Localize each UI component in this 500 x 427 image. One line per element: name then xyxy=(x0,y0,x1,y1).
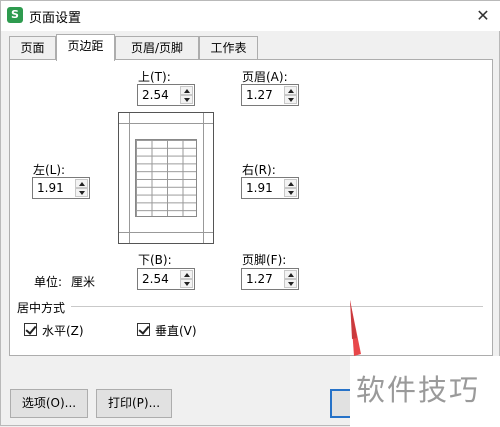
left-margin-spinner[interactable]: 1.91 xyxy=(32,177,90,199)
spin-down-arrow-icon[interactable] xyxy=(284,188,297,197)
spin-down-arrow-icon[interactable] xyxy=(284,95,297,104)
title-bar: S 页面设置 ✕ xyxy=(1,1,500,31)
close-button[interactable]: ✕ xyxy=(469,3,497,29)
tab-header-footer[interactable]: 页眉/页脚 xyxy=(115,36,199,60)
spin-up-arrow-icon[interactable] xyxy=(284,86,297,95)
header-margin-spinner[interactable]: 1.27 xyxy=(241,84,299,106)
header-margin-value[interactable]: 1.27 xyxy=(246,88,273,102)
preview-grid xyxy=(135,139,197,217)
options-button[interactable]: 选项(O)... xyxy=(10,389,88,418)
unit-label: 单位: xyxy=(34,275,63,289)
spin-down-arrow-icon[interactable] xyxy=(284,279,297,288)
top-margin-label: 上(T): xyxy=(138,70,171,84)
bottom-margin-spinner[interactable]: 2.54 xyxy=(137,268,195,290)
header-margin-label: 页眉(A): xyxy=(242,70,288,84)
spin-down-arrow-icon[interactable] xyxy=(180,95,193,104)
tab-sheet[interactable]: 工作表 xyxy=(199,36,258,60)
center-vertically-label[interactable]: 垂直(V) xyxy=(155,322,197,339)
page-setup-dialog: S 页面设置 ✕ 页面 页边距 页眉/页脚 工作表 上(T): 2.54 页眉(… xyxy=(0,0,500,427)
footer-margin-spinner[interactable]: 1.27 xyxy=(241,268,299,290)
spin-up-arrow-icon[interactable] xyxy=(75,179,88,188)
top-margin-spinner[interactable]: 2.54 xyxy=(137,84,195,106)
page-preview xyxy=(118,112,214,244)
center-on-page-group-label: 居中方式 xyxy=(17,301,66,315)
spin-up-arrow-icon[interactable] xyxy=(284,179,297,188)
right-margin-value[interactable]: 1.91 xyxy=(246,181,273,195)
bottom-margin-label: 下(B): xyxy=(138,253,172,267)
right-margin-label: 右(R): xyxy=(242,163,276,177)
center-horizontally-label[interactable]: 水平(Z) xyxy=(42,322,84,339)
left-margin-label: 左(L): xyxy=(33,163,66,177)
group-divider xyxy=(71,306,483,307)
left-margin-value[interactable]: 1.91 xyxy=(37,181,64,195)
bottom-margin-value[interactable]: 2.54 xyxy=(142,272,169,286)
tab-margins[interactable]: 页边距 xyxy=(56,34,115,61)
spin-down-arrow-icon[interactable] xyxy=(75,188,88,197)
footer-margin-value[interactable]: 1.27 xyxy=(246,272,273,286)
tab-page[interactable]: 页面 xyxy=(9,36,56,60)
print-button[interactable]: 打印(P)... xyxy=(96,389,172,418)
spin-up-arrow-icon[interactable] xyxy=(284,270,297,279)
spin-up-arrow-icon[interactable] xyxy=(180,86,193,95)
footer-margin-label: 页脚(F): xyxy=(242,253,287,267)
wps-spreadsheet-app-icon: S xyxy=(7,7,23,23)
top-margin-value[interactable]: 2.54 xyxy=(142,88,169,102)
watermark-text: 软件技巧 xyxy=(356,373,481,407)
right-margin-spinner[interactable]: 1.91 xyxy=(241,177,299,199)
spin-up-arrow-icon[interactable] xyxy=(180,270,193,279)
spin-down-arrow-icon[interactable] xyxy=(180,279,193,288)
checkmark-icon[interactable] xyxy=(24,323,37,336)
dialog-title: 页面设置 xyxy=(29,11,82,26)
checkmark-icon[interactable] xyxy=(137,323,150,336)
unit-value: 厘米 xyxy=(71,275,96,289)
